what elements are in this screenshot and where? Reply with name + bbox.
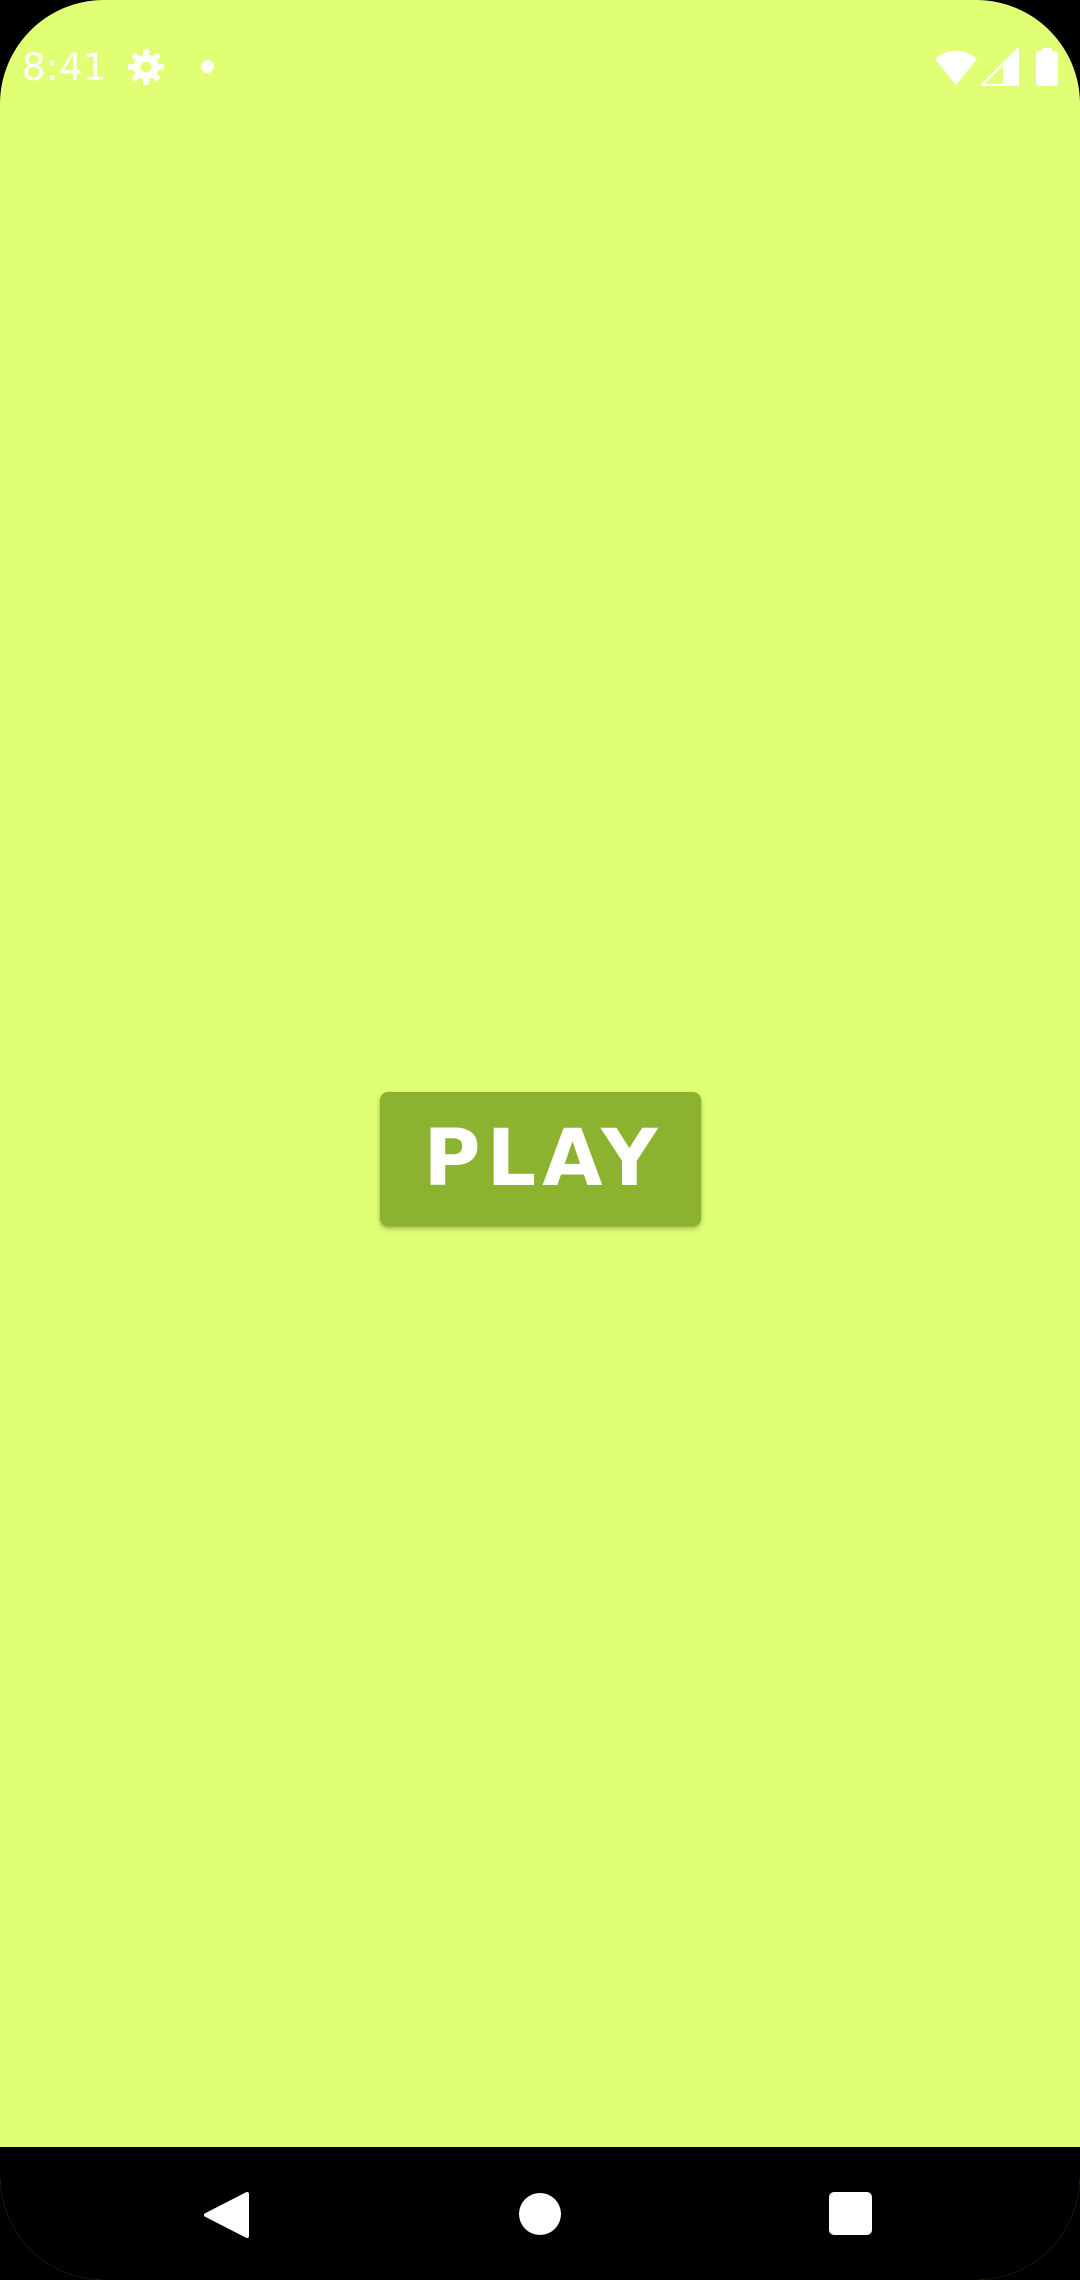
home-icon[interactable] xyxy=(519,2193,561,2235)
status-bar: 8:41 xyxy=(0,0,1080,136)
gear-icon xyxy=(128,49,164,85)
signal-icon xyxy=(981,48,1019,86)
navigation-bar xyxy=(0,2147,1080,2280)
battery-icon xyxy=(1036,48,1058,86)
notification-dot-icon xyxy=(201,60,214,73)
app-screen: 8:41 PLAY xyxy=(0,0,1080,2280)
back-icon[interactable] xyxy=(203,2191,249,2239)
status-time: 8:41 xyxy=(22,46,108,89)
play-button[interactable]: PLAY xyxy=(380,1092,701,1226)
recents-icon[interactable] xyxy=(829,2192,872,2235)
wifi-icon xyxy=(935,50,977,85)
